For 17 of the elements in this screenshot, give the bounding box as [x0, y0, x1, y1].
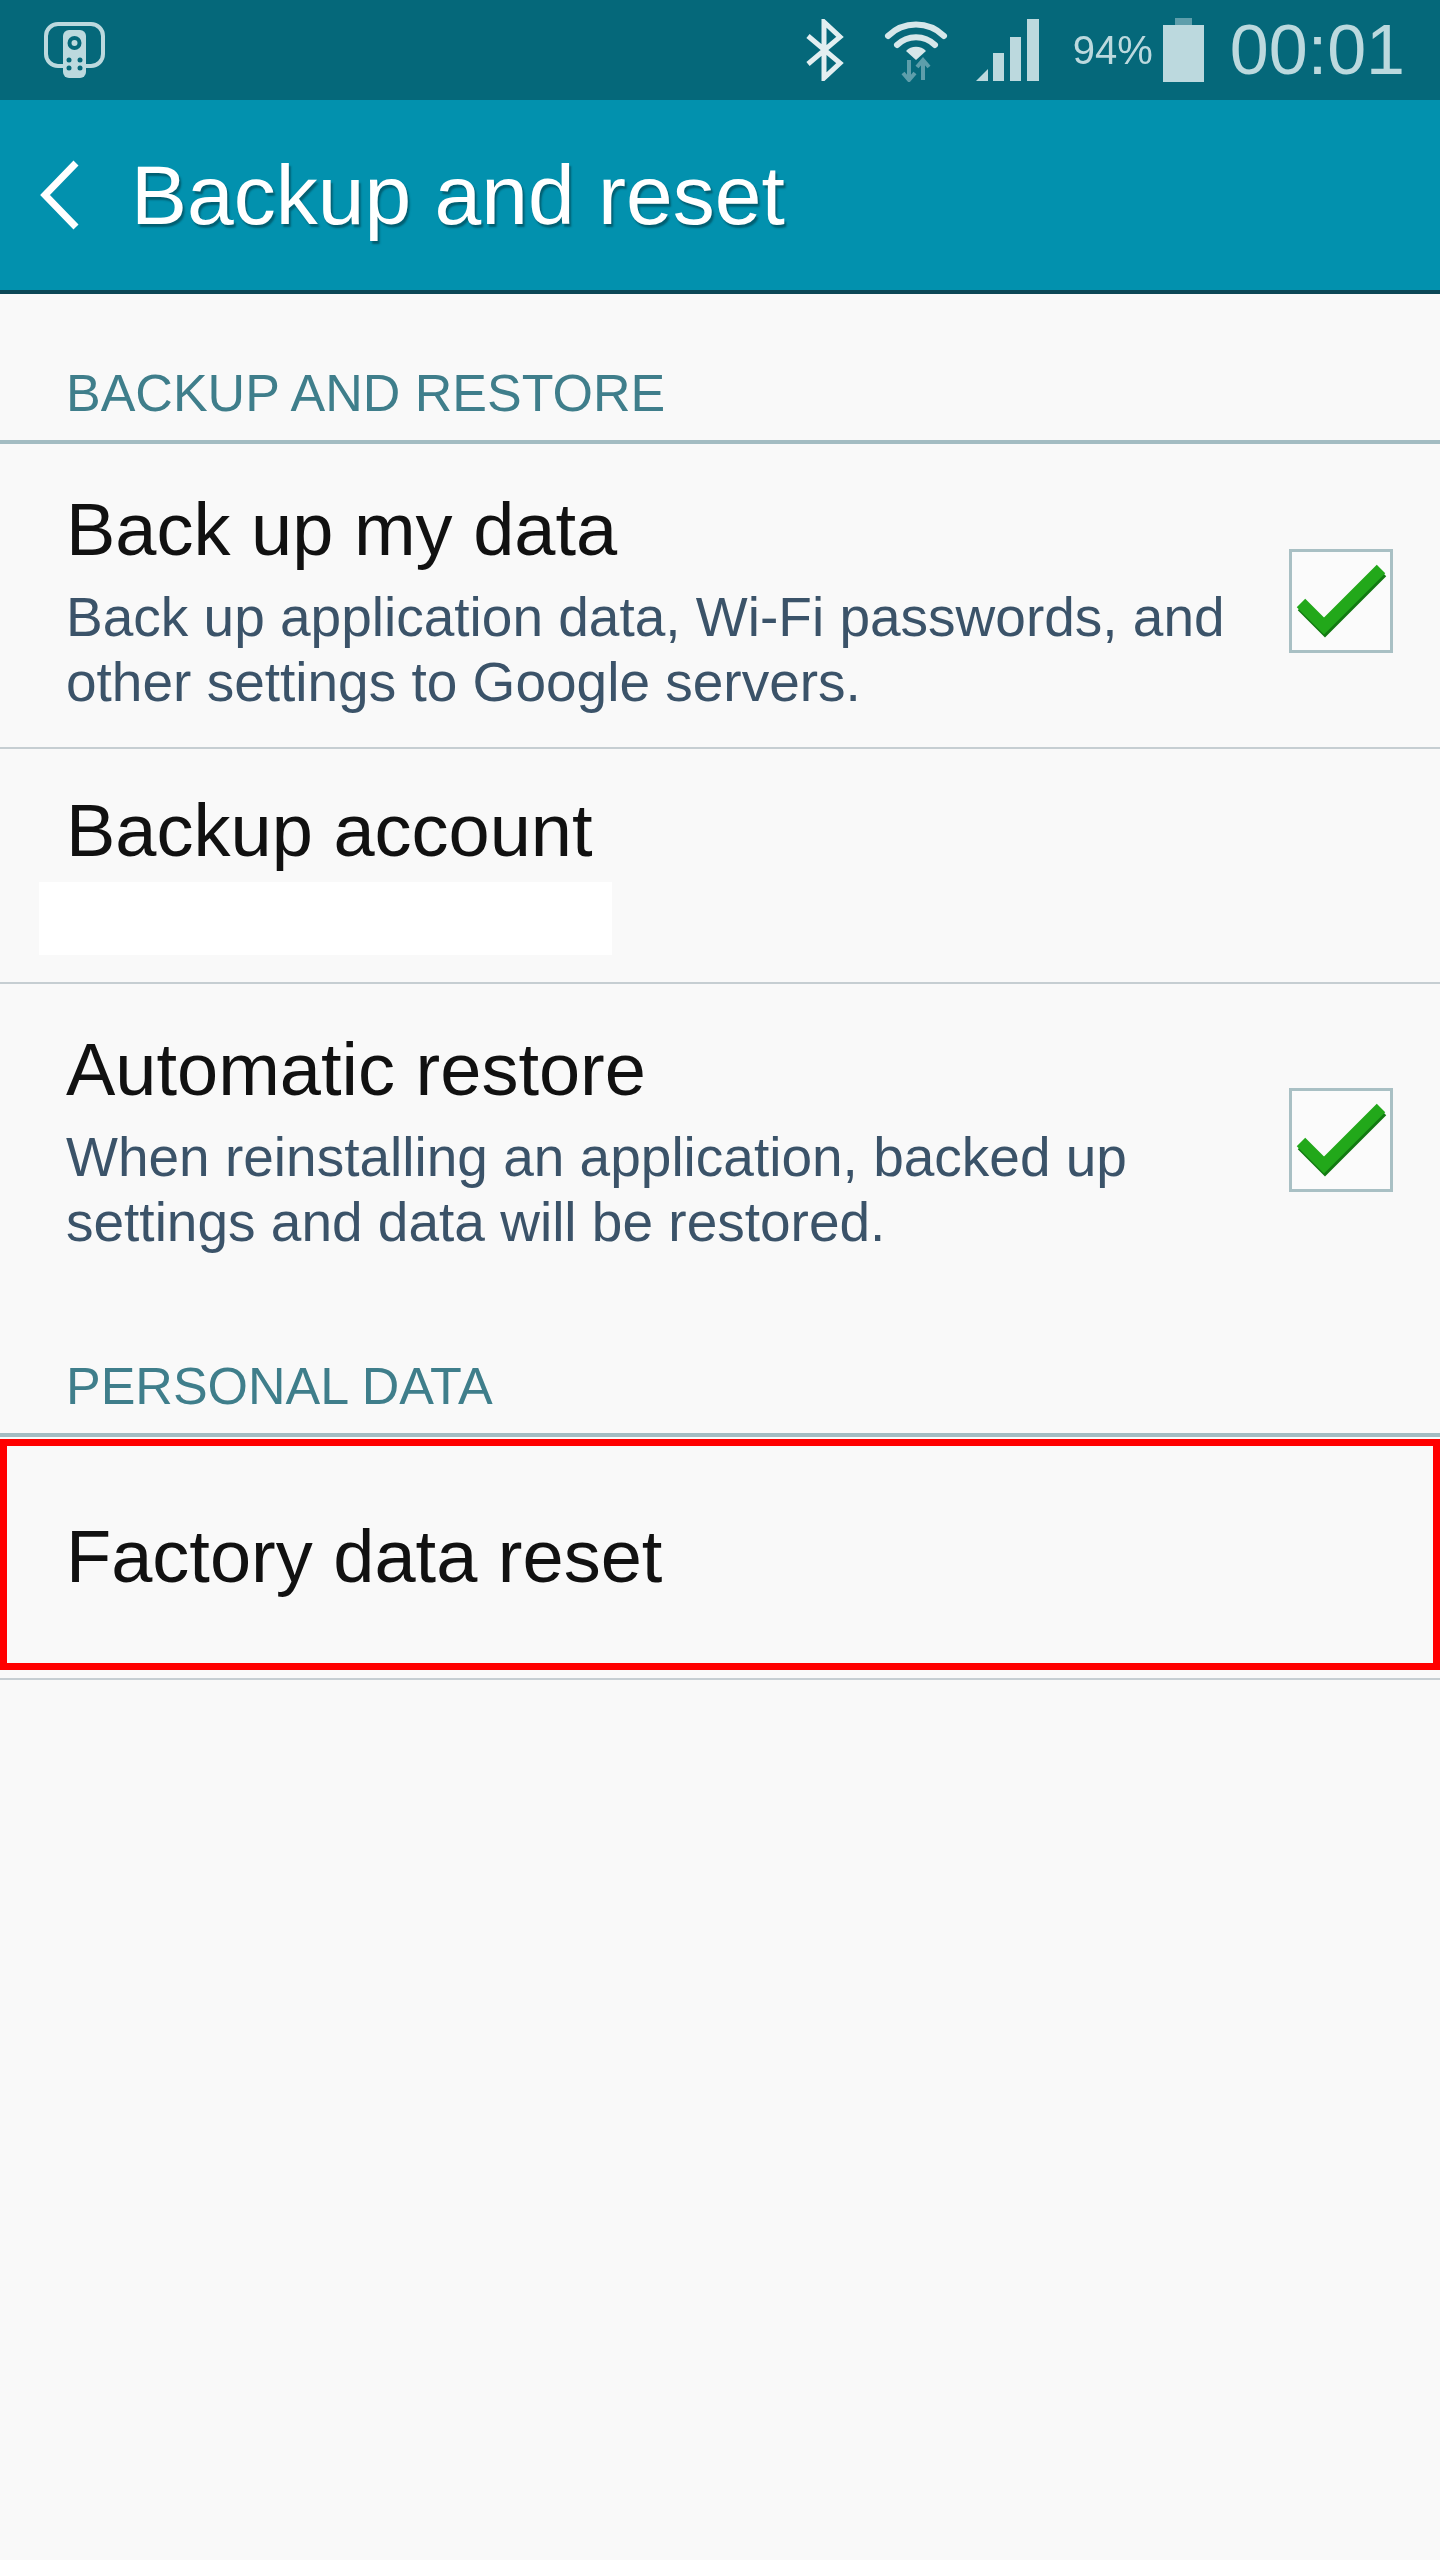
- section-header: PERSONAL DATA: [0, 1286, 1440, 1438]
- back-icon[interactable]: [39, 159, 81, 231]
- setting-description: When reinstalling an application, backed up settings and data will be restored.: [66, 1124, 1128, 1255]
- signal-icon: [975, 19, 1039, 81]
- checkbox[interactable]: [1289, 548, 1393, 653]
- setting-title: Automatic restore: [66, 1027, 647, 1113]
- remote-icon: [44, 21, 105, 79]
- section-header: BACKUP AND RESTORE: [0, 294, 1440, 445]
- screen-title: Backup and reset: [131, 146, 785, 244]
- checkbox[interactable]: [1289, 1088, 1393, 1193]
- menu-item[interactable]: Factory data reset: [0, 1437, 1440, 1679]
- battery-percentage: 94%: [1072, 30, 1153, 70]
- setting-title: Backup account: [66, 788, 594, 875]
- battery-icon: [1162, 18, 1204, 82]
- setting-title: Back up my data: [66, 487, 619, 574]
- setting-description: Back up application data, Wi-Fi passwords, and other settings to Google servers.: [66, 585, 1226, 716]
- clock-time: 00:01: [1229, 15, 1405, 85]
